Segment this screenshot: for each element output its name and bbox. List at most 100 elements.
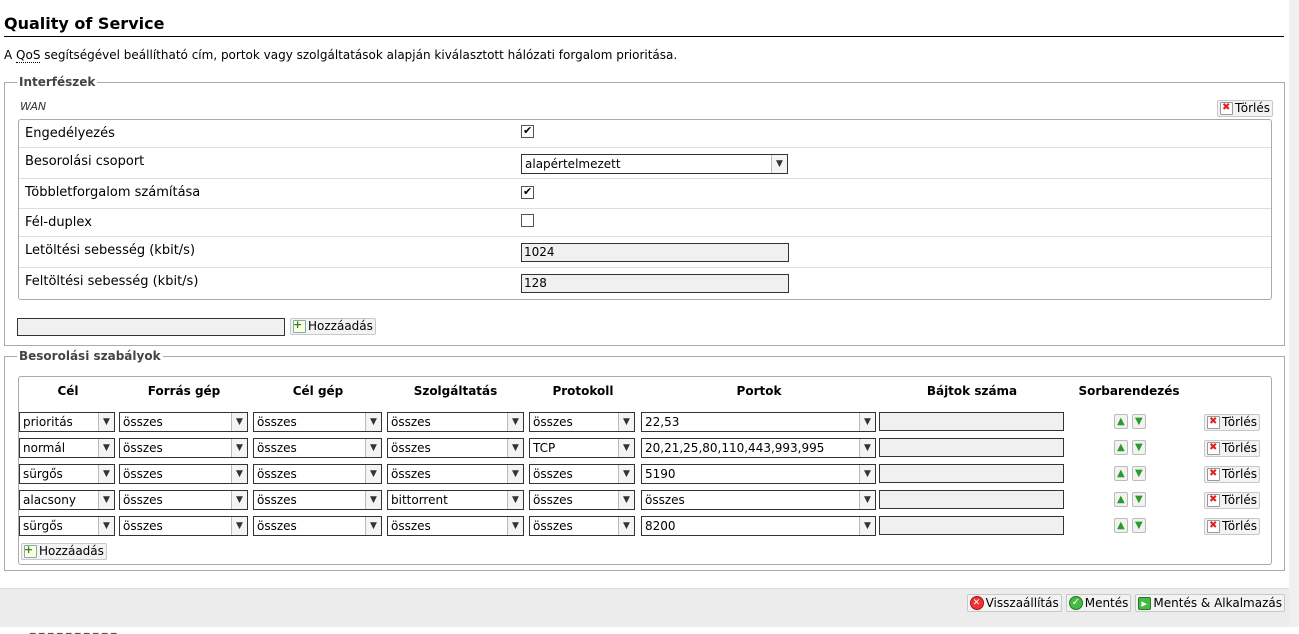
dst-select-value: összes	[257, 467, 297, 481]
move-up-icon[interactable]	[1114, 414, 1128, 429]
service-select-value: összes	[391, 415, 431, 429]
ports-select-value: 20,21,25,80,110,443,993,995	[645, 441, 825, 455]
chevron-down-icon: ▼	[618, 517, 634, 535]
ports-select[interactable]: összes ▼	[641, 490, 876, 510]
src-select[interactable]: összes ▼	[119, 516, 248, 536]
rules-legend: Besorolási szabályok	[19, 349, 161, 363]
proto-select[interactable]: összes ▼	[529, 464, 635, 484]
move-down-icon[interactable]	[1132, 414, 1146, 429]
chevron-down-icon: ▼	[618, 491, 634, 509]
delete-icon	[1207, 415, 1220, 429]
proto-select[interactable]: összes ▼	[529, 490, 635, 510]
save-label: Mentés	[1084, 595, 1129, 610]
proto-select[interactable]: összes ▼	[529, 412, 635, 432]
target-select[interactable]: prioritás ▼	[19, 412, 115, 432]
move-up-icon[interactable]	[1114, 518, 1128, 533]
ports-select[interactable]: 20,21,25,80,110,443,993,995 ▼	[641, 438, 876, 458]
delete-rule-button[interactable]: Törlés	[1204, 440, 1261, 457]
src-select[interactable]: összes ▼	[119, 490, 248, 510]
move-up-icon[interactable]	[1114, 492, 1128, 507]
service-select[interactable]: összes ▼	[387, 464, 524, 484]
bytes-input[interactable]	[879, 490, 1064, 509]
target-select-value: normál	[23, 441, 66, 455]
ports-select-value: összes	[645, 493, 685, 507]
interfaces-legend: Interfészek	[19, 75, 96, 89]
service-select[interactable]: összes ▼	[387, 412, 524, 432]
enable-checkbox[interactable]	[521, 124, 534, 138]
service-select-value: összes	[391, 441, 431, 455]
move-down-icon[interactable]	[1132, 466, 1146, 481]
chevron-down-icon: ▼	[365, 413, 381, 431]
src-select[interactable]: összes ▼	[119, 438, 248, 458]
bytes-input[interactable]	[879, 412, 1064, 431]
target-select[interactable]: normál ▼	[19, 438, 115, 458]
dst-select[interactable]: összes ▼	[253, 490, 382, 510]
bytes-input[interactable]	[879, 438, 1064, 457]
src-select-value: összes	[123, 415, 163, 429]
service-select[interactable]: összes ▼	[387, 438, 524, 458]
proto-select[interactable]: TCP ▼	[529, 438, 635, 458]
option-row-group: Besorolási csoport alapértelmezett ▼	[19, 148, 1271, 179]
dst-select[interactable]: összes ▼	[253, 464, 382, 484]
src-select-value: összes	[123, 493, 163, 507]
header-ports: Portok	[736, 384, 782, 398]
add-interface-button[interactable]: Hozzáadás	[290, 318, 376, 335]
dst-select[interactable]: összes ▼	[253, 438, 382, 458]
download-input[interactable]: 1024	[521, 243, 789, 262]
src-select-value: összes	[123, 467, 163, 481]
delete-rule-button[interactable]: Törlés	[1204, 466, 1261, 483]
ports-select[interactable]: 5190 ▼	[641, 464, 876, 484]
bytes-input[interactable]	[879, 464, 1064, 483]
add-rule-button[interactable]: Hozzáadás	[21, 543, 107, 560]
delete-wan-button[interactable]: Törlés	[1217, 100, 1274, 117]
service-select-value: bittorrent	[391, 493, 448, 507]
target-select[interactable]: sürgős ▼	[19, 516, 115, 536]
chevron-down-icon: ▼	[231, 439, 247, 457]
delete-rule-button[interactable]: Törlés	[1204, 518, 1261, 535]
move-down-icon[interactable]	[1132, 440, 1146, 455]
new-interface-input[interactable]	[17, 318, 285, 336]
bytes-input[interactable]	[879, 516, 1064, 535]
move-up-icon[interactable]	[1114, 440, 1128, 455]
delete-icon	[1207, 519, 1220, 533]
chevron-down-icon: ▼	[231, 517, 247, 535]
proto-select[interactable]: összes ▼	[529, 516, 635, 536]
move-down-icon[interactable]	[1132, 492, 1146, 507]
service-select[interactable]: bittorrent ▼	[387, 490, 524, 510]
dst-select[interactable]: összes ▼	[253, 516, 382, 536]
chevron-down-icon: ▼	[98, 465, 114, 483]
sort-controls	[1114, 440, 1146, 455]
move-down-icon[interactable]	[1132, 518, 1146, 533]
apply-icon	[1138, 596, 1152, 611]
delete-rule-button[interactable]: Törlés	[1204, 492, 1261, 509]
delete-icon	[1207, 441, 1220, 455]
service-select-value: összes	[391, 519, 431, 533]
delete-rule-label: Törlés	[1222, 441, 1258, 455]
reset-button[interactable]: Visszaállítás	[966, 594, 1062, 612]
chevron-down-icon: ▼	[771, 155, 787, 173]
proto-select-value: TCP	[533, 441, 556, 455]
target-select[interactable]: alacsony ▼	[19, 490, 115, 510]
upload-input[interactable]: 128	[521, 274, 789, 293]
src-select[interactable]: összes ▼	[119, 412, 248, 432]
target-select[interactable]: sürgős ▼	[19, 464, 115, 484]
chevron-down-icon: ▼	[618, 465, 634, 483]
add-icon	[24, 543, 37, 558]
group-select[interactable]: alapértelmezett ▼	[521, 154, 788, 174]
chevron-down-icon: ▼	[231, 491, 247, 509]
overhead-checkbox[interactable]	[521, 185, 534, 199]
save-apply-button[interactable]: Mentés & Alkalmazás	[1135, 594, 1285, 612]
save-button[interactable]: Mentés	[1065, 594, 1132, 612]
halfduplex-checkbox[interactable]	[521, 214, 534, 227]
ports-select[interactable]: 8200 ▼	[641, 516, 876, 536]
proto-select-value: összes	[533, 493, 573, 507]
ports-select[interactable]: 22,53 ▼	[641, 412, 876, 432]
delete-rule-button[interactable]: Törlés	[1204, 414, 1261, 431]
move-up-icon[interactable]	[1114, 466, 1128, 481]
chevron-down-icon: ▼	[365, 439, 381, 457]
dst-select[interactable]: összes ▼	[253, 412, 382, 432]
rules-table: Cél Forrás gép Cél gép Szolgáltatás Prot…	[18, 376, 1272, 565]
service-select[interactable]: összes ▼	[387, 516, 524, 536]
chevron-down-icon: ▼	[507, 439, 523, 457]
src-select[interactable]: összes ▼	[119, 464, 248, 484]
